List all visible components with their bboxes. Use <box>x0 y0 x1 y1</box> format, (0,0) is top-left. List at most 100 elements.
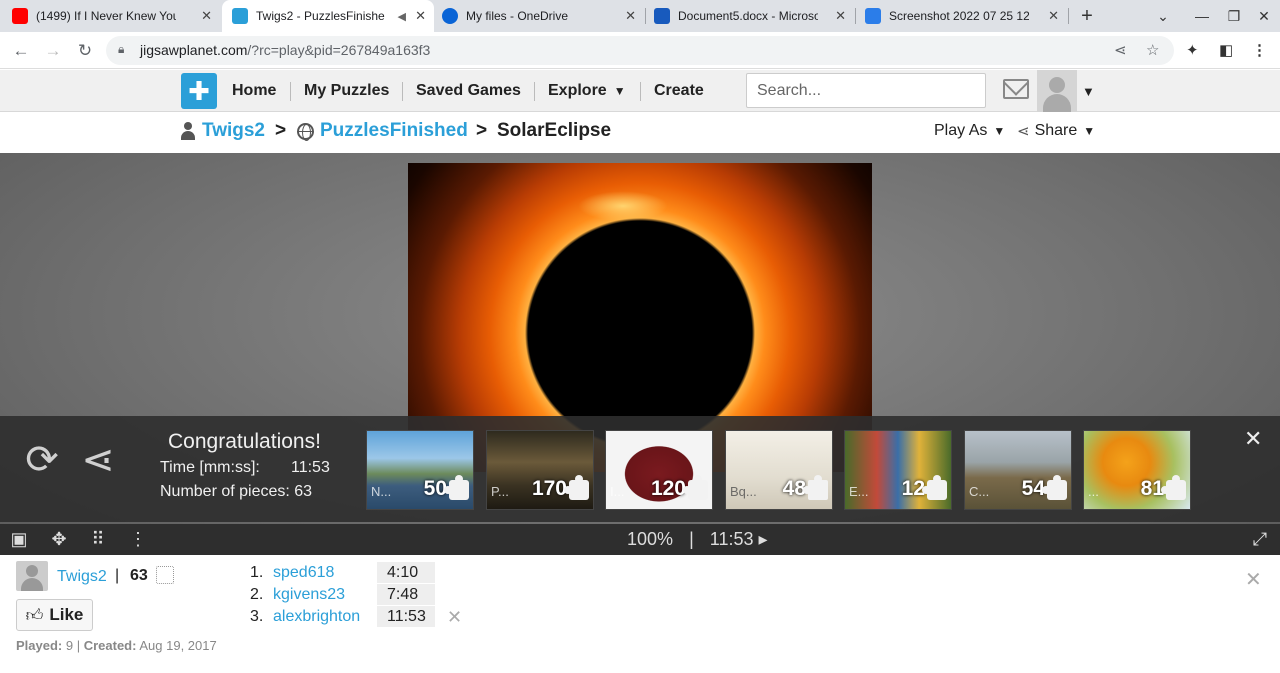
zoom-level: 100% <box>627 529 674 549</box>
share-label: Share <box>1034 122 1078 139</box>
nav-home[interactable]: Home <box>232 70 276 112</box>
played-value: 9 <box>65 638 74 653</box>
breadcrumb-user[interactable]: Twigs2 <box>180 113 265 149</box>
play-as-menu[interactable]: Play As ▼ <box>934 113 1005 149</box>
browser-tab-jigsaw[interactable]: Twigs2 - PuzzlesFinishe ◀ ✕ <box>222 0 434 32</box>
browser-tab-word[interactable]: Document5.docx - Microsof ✕ <box>654 0 854 32</box>
close-icon[interactable]: ✕ <box>1048 8 1059 24</box>
chevron-down-icon: ▼ <box>993 124 1006 138</box>
player-name[interactable]: kgivens23 <box>273 586 345 604</box>
nav-explore[interactable]: Explore ▼ <box>548 70 626 112</box>
url-field[interactable]: 🔒︎ jigsawplanet.com/?rc=play&pid=267849a… <box>106 36 1174 65</box>
url-path: /?rc=play&pid=267849a163f3 <box>247 42 431 58</box>
tab-title: (1499) If I Never Knew You ( <box>36 9 176 23</box>
suggested-puzzle[interactable]: I... 120 <box>605 430 713 510</box>
mail-icon[interactable] <box>1003 79 1029 99</box>
breadcrumb-folder-label: PuzzlesFinished <box>320 120 468 141</box>
user-avatar[interactable] <box>1037 70 1077 112</box>
puzzle-meta: Played: 9 | Created: Aug 19, 2017 <box>16 638 217 653</box>
reload-icon[interactable]: ↻ <box>72 38 98 64</box>
time-line: Time [mm:ss]: 11:53 <box>160 459 330 477</box>
browser-tab-screenshot[interactable]: Screenshot 2022 07 25 12 3 ✕ <box>865 0 1067 32</box>
nav-my-puzzles[interactable]: My Puzzles <box>304 70 389 112</box>
close-icon[interactable]: ✕ <box>1245 567 1262 592</box>
suggested-puzzle[interactable]: Bq... 48 <box>725 430 833 510</box>
suggestion-label: ... <box>1088 484 1099 499</box>
breadcrumb-separator: > <box>275 120 287 141</box>
share-icon[interactable]: ⋖ <box>1114 41 1127 59</box>
pieces-grid-icon[interactable]: ⠿ <box>86 527 110 551</box>
share-menu[interactable]: ⋖ Share ▼ <box>1017 113 1095 149</box>
like-button[interactable]: 👍︎ Like <box>16 599 93 631</box>
close-icon[interactable]: ✕ <box>1244 426 1262 452</box>
author-name[interactable]: Twigs2 <box>57 568 107 586</box>
minimize-button[interactable]: — <box>1186 0 1218 32</box>
star-icon[interactable]: ☆ <box>1146 41 1159 59</box>
kebab-menu-icon[interactable]: ⋮ <box>1252 41 1267 59</box>
suggested-puzzle[interactable]: P... 170 <box>486 430 594 510</box>
puzzle-piece-icon <box>683 475 708 500</box>
close-icon[interactable]: ✕ <box>625 8 636 24</box>
close-icon[interactable]: ✕ <box>415 8 426 24</box>
restore-button[interactable]: ❐ <box>1218 0 1250 32</box>
url-host: jigsawplanet.com <box>140 42 248 58</box>
zoom-timer-status: 100% | 11:53 ▸ <box>627 529 768 550</box>
player-name[interactable]: sped618 <box>273 564 334 582</box>
leaderboard-row: 1. sped618 4:10 <box>250 562 435 583</box>
suggested-puzzle[interactable]: N... 50 <box>366 430 474 510</box>
tab-search-icon[interactable]: ⌄ <box>1147 0 1179 32</box>
speaker-icon[interactable]: ◀ <box>398 10 406 23</box>
close-icon[interactable]: ✕ <box>201 8 212 24</box>
remove-result-icon[interactable]: ✕ <box>447 607 462 628</box>
share-icon[interactable]: ⋖ <box>76 438 120 482</box>
new-tab-button[interactable]: + <box>1071 0 1103 32</box>
suggestion-pieces: 120 <box>650 477 686 500</box>
breadcrumb-folder[interactable]: PuzzlesFinished <box>297 113 468 149</box>
forward-icon[interactable]: → <box>40 38 66 64</box>
close-window-button[interactable]: ✕ <box>1248 0 1280 32</box>
browser-tab-onedrive[interactable]: My files - OneDrive ✕ <box>442 0 644 32</box>
breadcrumb-separator: > <box>476 120 488 141</box>
cloud-icon <box>442 8 458 24</box>
ghost-image-icon[interactable]: ✥ <box>47 527 71 551</box>
timer-value[interactable]: 11:53 ▸ <box>710 529 768 549</box>
leaderboard-row: 3. alexbrighton 11:53 <box>250 606 435 627</box>
toolbar-separator: | <box>689 529 694 549</box>
nav-create[interactable]: Create <box>654 70 704 112</box>
search-input[interactable] <box>746 73 986 108</box>
info-separator: | <box>115 567 120 584</box>
suggested-puzzle[interactable]: ... 81 <box>1083 430 1191 510</box>
browser-tab-youtube[interactable]: (1499) If I Never Knew You ( ✕ <box>12 0 220 32</box>
tab-title: Document5.docx - Microsof <box>678 9 818 23</box>
fullscreen-icon[interactable]: ⤢ <box>1248 527 1272 551</box>
rank-number: 1. <box>250 564 264 581</box>
image-icon[interactable]: ▣ <box>7 527 31 551</box>
close-icon[interactable]: ✕ <box>835 8 846 24</box>
lock-icon: 🔒︎ <box>118 42 125 56</box>
sidebar-icon[interactable]: ◧ <box>1219 41 1233 59</box>
author-avatar[interactable] <box>16 561 48 591</box>
puzzle-stage[interactable]: ⟳ ⋖ Congratulations! Time [mm:ss]: 11:53… <box>0 153 1280 554</box>
puzzle-info: Twigs2 | 63 👍︎ Like Played: 9 | Created:… <box>0 555 1280 673</box>
kebab-menu-icon[interactable]: ⋮ <box>126 527 150 551</box>
nav-saved-games[interactable]: Saved Games <box>416 70 521 112</box>
suggested-puzzle[interactable]: E... 12 <box>844 430 952 510</box>
congrats-title: Congratulations! <box>168 430 321 453</box>
suggestion-label: Bq... <box>730 484 757 499</box>
player-name[interactable]: alexbrighton <box>273 608 360 626</box>
puzzle-piece-icon <box>156 566 174 584</box>
suggested-puzzle[interactable]: C... 54 <box>964 430 1072 510</box>
puzzle-icon <box>232 8 248 24</box>
rank-number: 2. <box>250 586 264 603</box>
thumbs-up-icon: 👍︎ <box>25 605 44 625</box>
browser-tab-strip: (1499) If I Never Knew You ( ✕ Twigs2 - … <box>0 0 1280 32</box>
globe-icon <box>297 122 314 141</box>
replay-icon[interactable]: ⟳ <box>20 438 64 482</box>
suggestion-pieces: 170 <box>531 477 567 500</box>
extensions-icon[interactable]: ✦ <box>1186 41 1199 59</box>
back-icon[interactable]: ← <box>8 38 34 64</box>
chevron-down-icon[interactable]: ▼ <box>1082 84 1095 99</box>
play-as-label: Play As <box>934 122 988 139</box>
puzzle-piece-icon <box>922 475 947 500</box>
jigsawplanet-logo[interactable]: ✚ <box>181 73 217 109</box>
